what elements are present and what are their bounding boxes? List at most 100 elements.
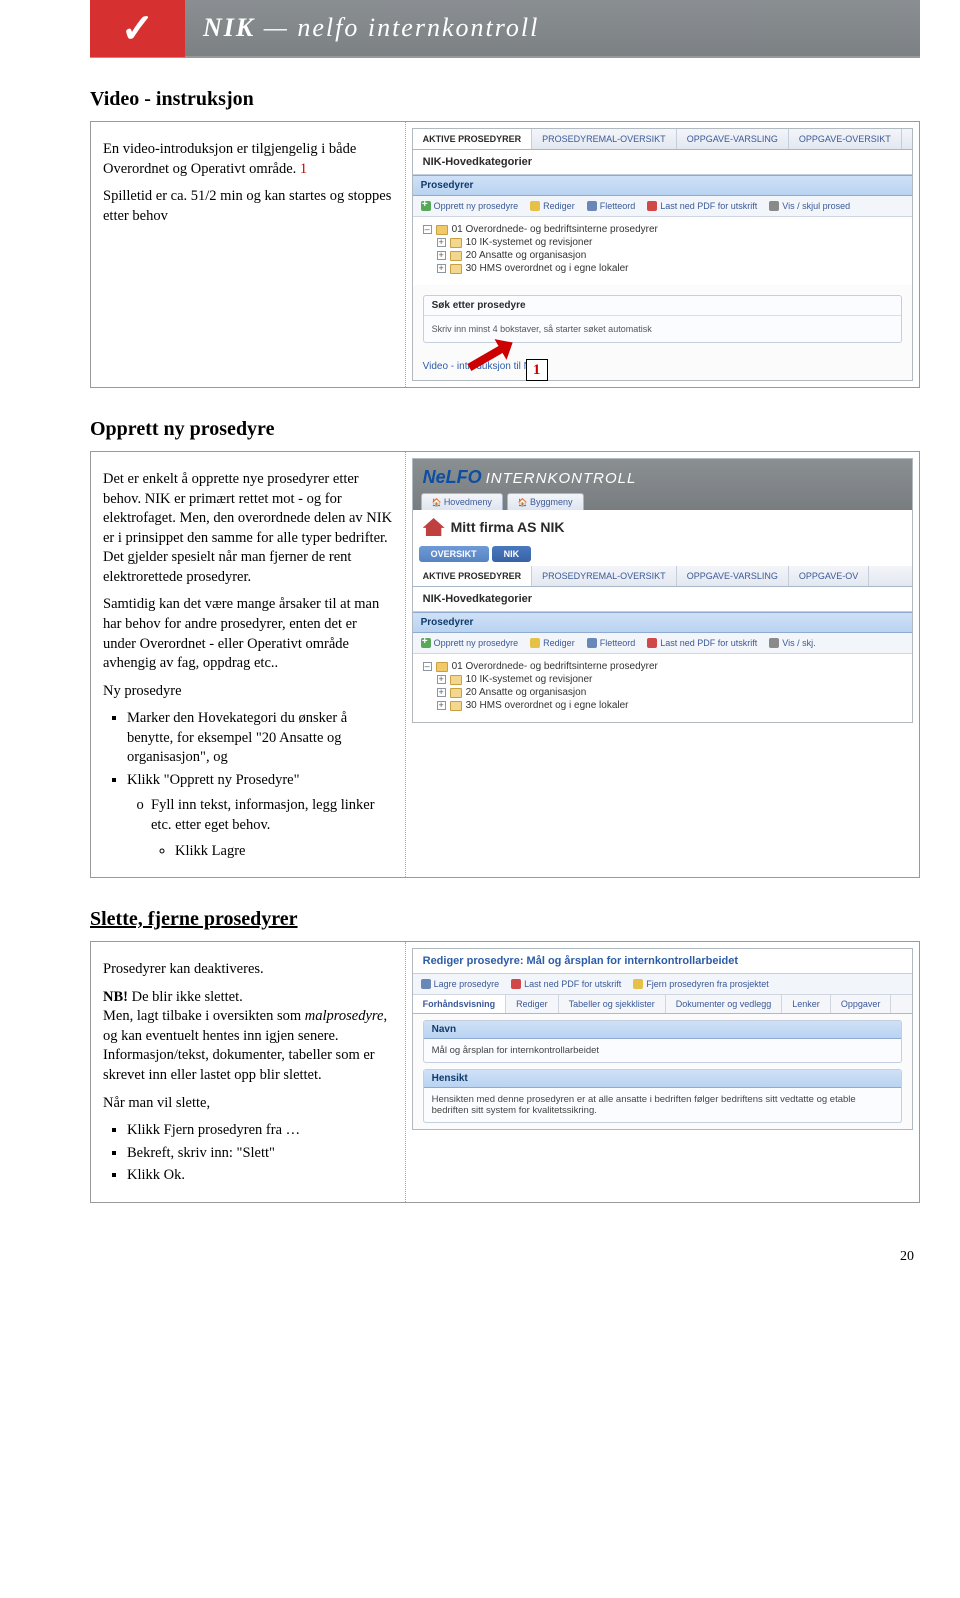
tab-oppgave-varsling[interactable]: OPPGAVE-VARSLING: [677, 129, 789, 149]
section1-p2: Spilletid er ca. 51/2 min og kan startes…: [103, 187, 393, 226]
app1-panel-prosedyrer: Prosedyrer: [413, 175, 912, 196]
tab-oppgave-varsling[interactable]: OPPGAVE-VARSLING: [677, 566, 789, 586]
panel-navn-header: Navn: [424, 1021, 901, 1039]
add-icon: [421, 638, 431, 648]
expand-icon[interactable]: +: [437, 688, 446, 697]
panel-navn-body: Mål og årsplan for internkontrollarbeide…: [424, 1039, 901, 1062]
section2-title: Opprett ny prosedyre: [90, 418, 920, 441]
app-mini-2: NeLFO INTERNKONTROLL Hovedmeny Byggmeny …: [412, 458, 913, 723]
merge-icon: [587, 201, 597, 211]
section3-p-nb: NB! De blir ikke slettet. Men, lagt tilb…: [103, 988, 393, 1086]
tree-node-30[interactable]: +30 HMS overordnet og i egne lokaler: [423, 699, 902, 712]
tree-node-20[interactable]: +20 Ansatte og organisasjon: [423, 249, 902, 262]
expand-icon[interactable]: –: [423, 225, 432, 234]
btn-pdf[interactable]: Last ned PDF for utskrift: [511, 979, 621, 989]
panel-hensikt-header: Hensikt: [424, 1070, 901, 1088]
btn-rediger[interactable]: Rediger: [530, 638, 575, 648]
eye-icon: [769, 638, 779, 648]
section1-screenshot: AKTIVE PROSEDYRER PROSEDYREMAL-OVERSIKT …: [406, 122, 919, 387]
btn-vis-skjul[interactable]: Vis / skjul prosed: [769, 201, 850, 211]
expand-icon[interactable]: –: [423, 662, 432, 671]
btn-lagre[interactable]: Lagre prosedyre: [421, 979, 500, 989]
section3-li3: Klikk Ok.: [127, 1166, 393, 1186]
section2-li1: Marker den Hovekategori du ønsker å beny…: [127, 709, 393, 768]
section2-list: Marker den Hovekategori du ønsker å beny…: [103, 709, 393, 861]
section2-li2b: Klikk Lagre: [175, 842, 393, 862]
expand-icon[interactable]: +: [437, 701, 446, 710]
section3-text: Prosedyrer kan deaktiveres. NB! De blir …: [91, 942, 406, 1202]
house-icon: [423, 518, 445, 536]
app3-toolbar: Lagre prosedyre Last ned PDF for utskrif…: [413, 974, 912, 995]
pill-oversikt[interactable]: OVERSIKT: [419, 546, 489, 562]
callout-1: 1: [526, 359, 548, 381]
remove-icon: [633, 979, 643, 989]
folder-icon: [450, 675, 462, 685]
app1-toolbar: Opprett ny prosedyre Rediger Fletteord L…: [413, 196, 912, 217]
edit-icon: [530, 638, 540, 648]
tab-oppgave-oversikt[interactable]: OPPGAVE-OVERSIKT: [789, 129, 902, 149]
nelfo-logo: NeLFO INTERNKONTROLL: [413, 463, 912, 490]
expand-icon[interactable]: +: [437, 251, 446, 260]
pill-nik[interactable]: NIK: [492, 546, 532, 562]
tab-forhandsvisning[interactable]: Forhåndsvisning: [413, 995, 507, 1013]
tab-lenker[interactable]: Lenker: [782, 995, 831, 1013]
pdf-icon: [511, 979, 521, 989]
btn-fjern[interactable]: Fjern prosedyren fra prosjektet: [633, 979, 769, 989]
app2-menu: Hovedmeny Byggmeny: [413, 490, 912, 510]
expand-icon[interactable]: +: [437, 264, 446, 273]
check-logo: ✓: [90, 0, 185, 57]
section2-li2: Klikk "Opprett ny Prosedyre" Fyll inn te…: [127, 771, 393, 861]
tree-node-20[interactable]: +20 Ansatte og organisasjon: [423, 686, 902, 699]
folder-icon: [436, 662, 448, 672]
brand-nik: NIK: [203, 13, 255, 42]
tab-aktive-prosedyrer[interactable]: AKTIVE PROSEDYRER: [413, 566, 533, 586]
btn-fletteord[interactable]: Fletteord: [587, 201, 636, 211]
tree-root[interactable]: –01 Overordnede- og bedriftsinterne pros…: [423, 223, 902, 236]
expand-icon[interactable]: +: [437, 238, 446, 247]
tab-oppgaver[interactable]: Oppgaver: [831, 995, 892, 1013]
btn-new-prosedyre[interactable]: Opprett ny prosedyre: [421, 201, 519, 211]
app2-panel-prosedyrer: Prosedyrer: [413, 612, 912, 633]
tab-aktive-prosedyrer[interactable]: AKTIVE PROSEDYRER: [413, 129, 533, 149]
folder-icon: [436, 225, 448, 235]
folder-icon: [450, 238, 462, 248]
nelfo-text: NeLFO: [423, 467, 482, 488]
btn-vis-skjul[interactable]: Vis / skj.: [769, 638, 815, 648]
btn-pdf[interactable]: Last ned PDF for utskrift: [647, 201, 757, 211]
panel-navn: Navn Mål og årsplan for internkontrollar…: [423, 1020, 902, 1063]
nb-label: NB!: [103, 989, 128, 1005]
tab-prosedyremal[interactable]: PROSEDYREMAL-OVERSIKT: [532, 129, 677, 149]
btn-pdf[interactable]: Last ned PDF for utskrift: [647, 638, 757, 648]
tree-node-30[interactable]: +30 HMS overordnet og i egne lokaler: [423, 262, 902, 275]
folder-icon: [450, 701, 462, 711]
tab-dokumenter[interactable]: Dokumenter og vedlegg: [666, 995, 783, 1013]
page-number: 20: [90, 1233, 920, 1265]
section1-text: En video-introduksjon er tilgjengelig i …: [91, 122, 406, 387]
tree-node-10[interactable]: +10 IK-systemet og revisjoner: [423, 673, 902, 686]
section3-screenshot: Rediger prosedyre: Mål og årsplan for in…: [406, 942, 919, 1202]
tab-tabeller[interactable]: Tabeller og sjekklister: [559, 995, 666, 1013]
tab-rediger[interactable]: Rediger: [506, 995, 559, 1013]
save-icon: [421, 979, 431, 989]
section3-li1: Klikk Fjern prosedyren fra …: [127, 1121, 393, 1141]
section1-title: Video - instruksjon: [90, 88, 920, 111]
tree-node-10[interactable]: +10 IK-systemet og revisjoner: [423, 236, 902, 249]
menu-byggmeny[interactable]: Byggmeny: [507, 493, 584, 510]
btn-fletteord[interactable]: Fletteord: [587, 638, 636, 648]
panel-hensikt-body: Hensikten med denne prosedyren er at all…: [424, 1088, 901, 1122]
tab-prosedyremal[interactable]: PROSEDYREMAL-OVERSIKT: [532, 566, 677, 586]
malprosedyre-term: malprosedyre: [305, 1008, 384, 1024]
folder-icon: [450, 264, 462, 274]
tree-root[interactable]: –01 Overordnede- og bedriftsinterne pros…: [423, 660, 902, 673]
menu-hovedmeny[interactable]: Hovedmeny: [421, 493, 503, 510]
firma-name: Mitt firma AS NIK: [451, 519, 565, 535]
folder-icon: [450, 251, 462, 261]
section2-text: Det er enkelt å opprette nye prosedyrer …: [91, 452, 406, 877]
btn-new-prosedyre[interactable]: Opprett ny prosedyre: [421, 638, 519, 648]
section3-list: Klikk Fjern prosedyren fra … Bekreft, sk…: [103, 1121, 393, 1186]
tab-oppgave-ov[interactable]: OPPGAVE-OV: [789, 566, 869, 586]
btn-rediger[interactable]: Rediger: [530, 201, 575, 211]
brand-subtitle: nelfo internkontroll: [297, 13, 539, 42]
search-title: Søk etter prosedyre: [424, 296, 901, 316]
expand-icon[interactable]: +: [437, 675, 446, 684]
